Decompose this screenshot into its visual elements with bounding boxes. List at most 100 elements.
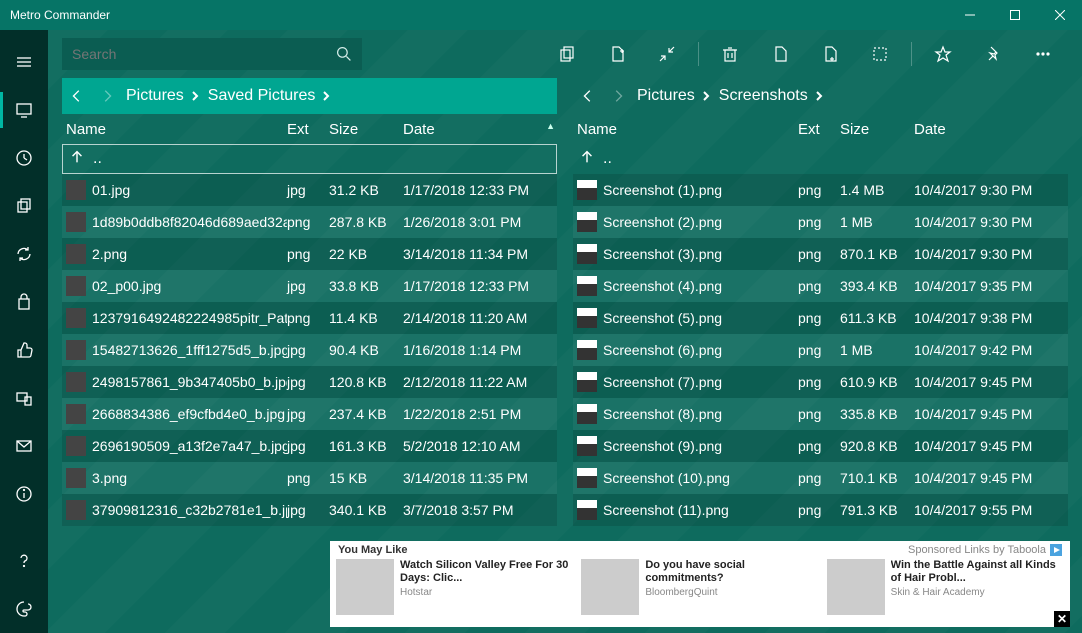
- file-row[interactable]: 1d89b0ddb8f82046d689aed32adfpng287.8 KB1…: [62, 206, 557, 238]
- thumbnail-icon: [577, 212, 597, 232]
- file-date: 10/4/2017 9:30 PM: [914, 246, 1064, 262]
- column-header[interactable]: NameExtSizeDate▲: [62, 114, 557, 144]
- thumbnail-icon: [577, 276, 597, 296]
- ad-item[interactable]: Do you have social commitments?Bloomberg…: [581, 559, 818, 623]
- file-row[interactable]: 15482713626_1fff1275d5_b.jpgjpg90.4 KB1/…: [62, 334, 557, 366]
- column-header[interactable]: NameExtSizeDate: [573, 114, 1068, 144]
- col-ext-header[interactable]: Ext: [287, 121, 329, 138]
- file-size: 710.1 KB: [840, 470, 914, 486]
- breadcrumb-item[interactable]: Pictures: [637, 87, 711, 105]
- file-row[interactable]: Screenshot (10).pngpng710.1 KB10/4/2017 …: [573, 462, 1068, 494]
- file-name: Screenshot (10).png: [603, 470, 730, 486]
- col-name-header[interactable]: Name: [577, 121, 798, 138]
- file-ext: jpg: [287, 406, 329, 422]
- thumbnail-icon: [66, 404, 86, 424]
- hamburger-icon[interactable]: [0, 38, 48, 86]
- thumbnail-icon: [577, 308, 597, 328]
- minimize-button[interactable]: [947, 0, 992, 30]
- file-name: 2668834386_ef9cfbd4e0_b.jpg: [92, 406, 285, 422]
- breadcrumb-item[interactable]: Pictures: [126, 87, 200, 105]
- forward-button[interactable]: [96, 85, 118, 107]
- device-icon[interactable]: [0, 374, 48, 422]
- file-row[interactable]: 2498157861_9b347405b0_b.jpgjpg120.8 KB2/…: [62, 366, 557, 398]
- search-box[interactable]: [62, 38, 362, 70]
- col-ext-header[interactable]: Ext: [798, 121, 840, 138]
- file-row[interactable]: 37909812316_c32b2781e1_b.jpgjpg340.1 KB3…: [62, 494, 557, 526]
- parent-dir-row[interactable]: ..: [62, 144, 557, 174]
- close-button[interactable]: [1037, 0, 1082, 30]
- file-size: 11.4 KB: [329, 310, 403, 326]
- back-button[interactable]: [577, 85, 599, 107]
- more-button[interactable]: [1018, 30, 1068, 78]
- file-row[interactable]: Screenshot (3).pngpng870.1 KB10/4/2017 9…: [573, 238, 1068, 270]
- file-row[interactable]: Screenshot (4).pngpng393.4 KB10/4/2017 9…: [573, 270, 1068, 302]
- file-row[interactable]: Screenshot (11).pngpng791.3 KB10/4/2017 …: [573, 494, 1068, 526]
- file-row[interactable]: 3.pngpng15 KB3/14/2018 11:35 PM: [62, 462, 557, 494]
- file-name: 3.png: [92, 470, 127, 486]
- mail-icon[interactable]: [0, 422, 48, 470]
- file-button[interactable]: [755, 30, 805, 78]
- maximize-button[interactable]: [992, 0, 1037, 30]
- collapse-button[interactable]: [642, 30, 692, 78]
- forward-button[interactable]: [607, 85, 629, 107]
- file-row[interactable]: Screenshot (2).pngpng1 MB10/4/2017 9:30 …: [573, 206, 1068, 238]
- file-size: 237.4 KB: [329, 406, 403, 422]
- breadcrumb-item[interactable]: Screenshots: [719, 87, 824, 105]
- monitor-icon[interactable]: [0, 86, 48, 134]
- ad-play-icon: [1050, 544, 1062, 556]
- file-row[interactable]: Screenshot (5).pngpng611.3 KB10/4/2017 9…: [573, 302, 1068, 334]
- col-size-header[interactable]: Size: [329, 121, 403, 138]
- new-file-icon: [608, 45, 626, 63]
- col-name-header[interactable]: Name: [66, 121, 287, 138]
- star-button[interactable]: [918, 30, 968, 78]
- file-row[interactable]: Screenshot (7).pngpng610.9 KB10/4/2017 9…: [573, 366, 1068, 398]
- help-icon[interactable]: [0, 537, 48, 585]
- file-date: 5/2/2018 12:10 AM: [403, 438, 553, 454]
- file-row[interactable]: 01.jpgjpg31.2 KB1/17/2018 12:33 PM: [62, 174, 557, 206]
- file-row[interactable]: 2668834386_ef9cfbd4e0_b.jpgjpg237.4 KB1/…: [62, 398, 557, 430]
- pin-button[interactable]: [968, 30, 1018, 78]
- copy-button[interactable]: [542, 30, 592, 78]
- file-size: 610.9 KB: [840, 374, 914, 390]
- file-name: Screenshot (2).png: [603, 214, 722, 230]
- col-date-header[interactable]: Date: [403, 121, 553, 138]
- file-row[interactable]: 2696190509_a13f2e7a47_b.jpgjpg161.3 KB5/…: [62, 430, 557, 462]
- file-date: 1/17/2018 12:33 PM: [403, 182, 553, 198]
- ad-item[interactable]: Win the Battle Against all Kinds of Hair…: [827, 559, 1064, 623]
- thumbs-up-icon[interactable]: [0, 326, 48, 374]
- sidebar: [0, 30, 48, 633]
- file-size: 15 KB: [329, 470, 403, 486]
- file-row[interactable]: Screenshot (1).pngpng1.4 MB10/4/2017 9:3…: [573, 174, 1068, 206]
- search-input[interactable]: [72, 46, 336, 62]
- refresh-icon[interactable]: [0, 230, 48, 278]
- new-file-button[interactable]: [592, 30, 642, 78]
- thumbnail-icon: [577, 180, 597, 200]
- chevron-right-icon: [321, 91, 331, 101]
- col-date-header[interactable]: Date: [914, 121, 1064, 138]
- breadcrumb-item[interactable]: Saved Pictures: [208, 87, 332, 105]
- file-row[interactable]: 1237916492482224985pitr_Patch_ipng11.4 K…: [62, 302, 557, 334]
- file-date: 10/4/2017 9:42 PM: [914, 342, 1064, 358]
- back-button[interactable]: [66, 85, 88, 107]
- clock-icon[interactable]: [0, 134, 48, 182]
- file-row[interactable]: Screenshot (6).pngpng1 MB10/4/2017 9:42 …: [573, 334, 1068, 366]
- parent-dir-row[interactable]: ..: [573, 144, 1068, 174]
- file-row[interactable]: 2.pngpng22 KB3/14/2018 11:34 PM: [62, 238, 557, 270]
- select-button[interactable]: [855, 30, 905, 78]
- file-size: 90.4 KB: [329, 342, 403, 358]
- file-row[interactable]: Screenshot (9).pngpng920.8 KB10/4/2017 9…: [573, 430, 1068, 462]
- thumbnail-icon: [577, 404, 597, 424]
- bag-icon[interactable]: [0, 278, 48, 326]
- col-size-header[interactable]: Size: [840, 121, 914, 138]
- add-file-button[interactable]: [805, 30, 855, 78]
- ad-item[interactable]: Watch Silicon Valley Free For 30 Days: C…: [336, 559, 573, 623]
- ad-close-button[interactable]: ✕: [1054, 611, 1070, 627]
- file-row[interactable]: 02_p00.jpgjpg33.8 KB1/17/2018 12:33 PM: [62, 270, 557, 302]
- delete-button[interactable]: [705, 30, 755, 78]
- ad-title: Do you have social commitments?: [645, 559, 818, 585]
- info-icon[interactable]: [0, 470, 48, 518]
- file-row[interactable]: Screenshot (8).pngpng335.8 KB10/4/2017 9…: [573, 398, 1068, 430]
- file-date: 3/14/2018 11:34 PM: [403, 246, 553, 262]
- palette-icon[interactable]: [0, 585, 48, 633]
- copy-stack-icon[interactable]: [0, 182, 48, 230]
